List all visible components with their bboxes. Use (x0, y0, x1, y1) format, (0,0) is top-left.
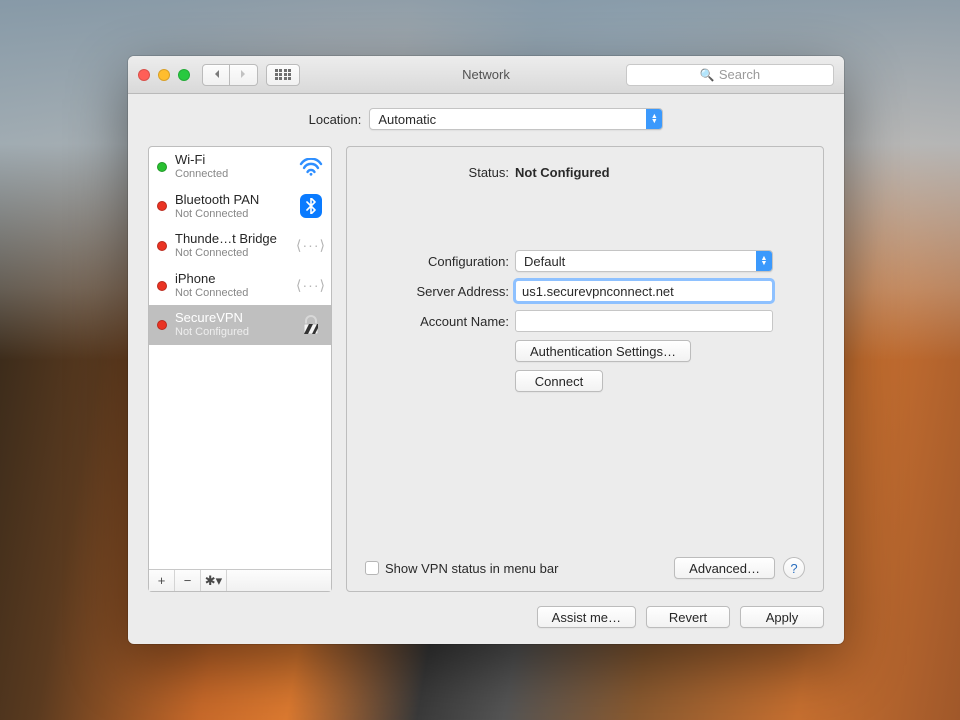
server-address-field[interactable]: us1.securevpnconnect.net (515, 280, 773, 302)
location-label: Location: (309, 112, 362, 127)
gear-icon: ✱▾ (205, 573, 222, 589)
window-controls (138, 69, 190, 81)
zoom-button[interactable] (178, 69, 190, 81)
advanced-button[interactable]: Advanced… (674, 557, 775, 579)
assist-me-button[interactable]: Assist me… (537, 606, 636, 628)
titlebar: Network 🔍 Search (128, 56, 844, 94)
show-vpn-menubar-checkbox[interactable] (365, 561, 379, 575)
status-dot-icon (157, 320, 167, 330)
help-icon: ? (790, 561, 797, 576)
server-address-label: Server Address: (365, 284, 515, 299)
wifi-icon (299, 157, 323, 177)
service-sidebar: Wi-Fi Connected (148, 146, 332, 592)
service-item-iphone[interactable]: iPhone Not Connected ⟨···⟩ (149, 266, 331, 306)
service-status: Not Configured (175, 326, 249, 339)
service-item-vpn[interactable]: SecureVPN Not Configured (149, 305, 331, 345)
search-field[interactable]: 🔍 Search (626, 64, 834, 86)
sidebar-footer-spacer (227, 570, 331, 591)
close-button[interactable] (138, 69, 150, 81)
thunderbolt-icon: ⟨···⟩ (299, 236, 323, 256)
search-icon: 🔍 (700, 68, 715, 82)
service-status: Not Connected (175, 287, 248, 300)
account-name-field[interactable] (515, 310, 773, 332)
service-status: Connected (175, 168, 228, 181)
add-service-button[interactable]: + (149, 570, 175, 591)
popup-arrows-icon: ▲▼ (756, 251, 772, 271)
status-label: Status: (365, 165, 515, 180)
service-name: iPhone (175, 272, 248, 287)
configuration-value: Default (524, 254, 565, 269)
revert-button[interactable]: Revert (646, 606, 730, 628)
desktop-wallpaper: Network 🔍 Search Location: Automatic ▲▼ (0, 0, 960, 720)
detail-panel: Status: Not Configured Configuration: De… (346, 146, 824, 592)
show-all-button[interactable] (266, 64, 300, 86)
location-row: Location: Automatic ▲▼ (148, 108, 824, 130)
remove-service-button[interactable]: − (175, 570, 201, 591)
chevron-left-icon (211, 69, 221, 81)
configuration-label: Configuration: (365, 254, 515, 269)
service-item-wifi[interactable]: Wi-Fi Connected (149, 147, 331, 187)
bluetooth-icon (299, 196, 323, 216)
lock-icon (299, 315, 323, 335)
content-area: Location: Automatic ▲▼ Wi-Fi Connected (128, 94, 844, 644)
search-placeholder: Search (719, 67, 760, 82)
service-item-thunderbolt-bridge[interactable]: Thunde…t Bridge Not Connected ⟨···⟩ (149, 226, 331, 266)
grid-icon (275, 68, 292, 81)
back-button[interactable] (202, 64, 230, 86)
service-actions-button[interactable]: ✱▾ (201, 570, 227, 591)
location-popup[interactable]: Automatic ▲▼ (369, 108, 663, 130)
forward-button[interactable] (230, 64, 258, 86)
status-dot-icon (157, 281, 167, 291)
thunderbolt-icon: ⟨···⟩ (299, 276, 323, 296)
service-status: Not Connected (175, 247, 277, 260)
main-row: Wi-Fi Connected (148, 146, 824, 592)
service-status: Not Connected (175, 208, 259, 221)
authentication-settings-button[interactable]: Authentication Settings… (515, 340, 691, 362)
minimize-button[interactable] (158, 69, 170, 81)
nav-back-forward (202, 64, 258, 86)
account-name-label: Account Name: (365, 314, 515, 329)
server-address-value: us1.securevpnconnect.net (522, 284, 674, 299)
service-item-bluetooth[interactable]: Bluetooth PAN Not Connected (149, 187, 331, 227)
status-value: Not Configured (515, 165, 805, 180)
show-vpn-menubar-label: Show VPN status in menu bar (385, 561, 558, 576)
status-dot-icon (157, 201, 167, 211)
configuration-popup[interactable]: Default ▲▼ (515, 250, 773, 272)
apply-button[interactable]: Apply (740, 606, 824, 628)
service-list: Wi-Fi Connected (149, 147, 331, 569)
service-name: Thunde…t Bridge (175, 232, 277, 247)
popup-arrows-icon: ▲▼ (646, 109, 662, 129)
service-name: SecureVPN (175, 311, 249, 326)
footer-buttons: Assist me… Revert Apply (148, 606, 824, 628)
connect-button[interactable]: Connect (515, 370, 603, 392)
status-dot-icon (157, 241, 167, 251)
help-button[interactable]: ? (783, 557, 805, 579)
sidebar-footer: + − ✱▾ (149, 569, 331, 591)
location-value: Automatic (378, 112, 436, 127)
service-name: Wi-Fi (175, 153, 228, 168)
chevron-right-icon (239, 69, 249, 81)
service-name: Bluetooth PAN (175, 193, 259, 208)
network-preferences-window: Network 🔍 Search Location: Automatic ▲▼ (128, 56, 844, 644)
status-dot-icon (157, 162, 167, 172)
